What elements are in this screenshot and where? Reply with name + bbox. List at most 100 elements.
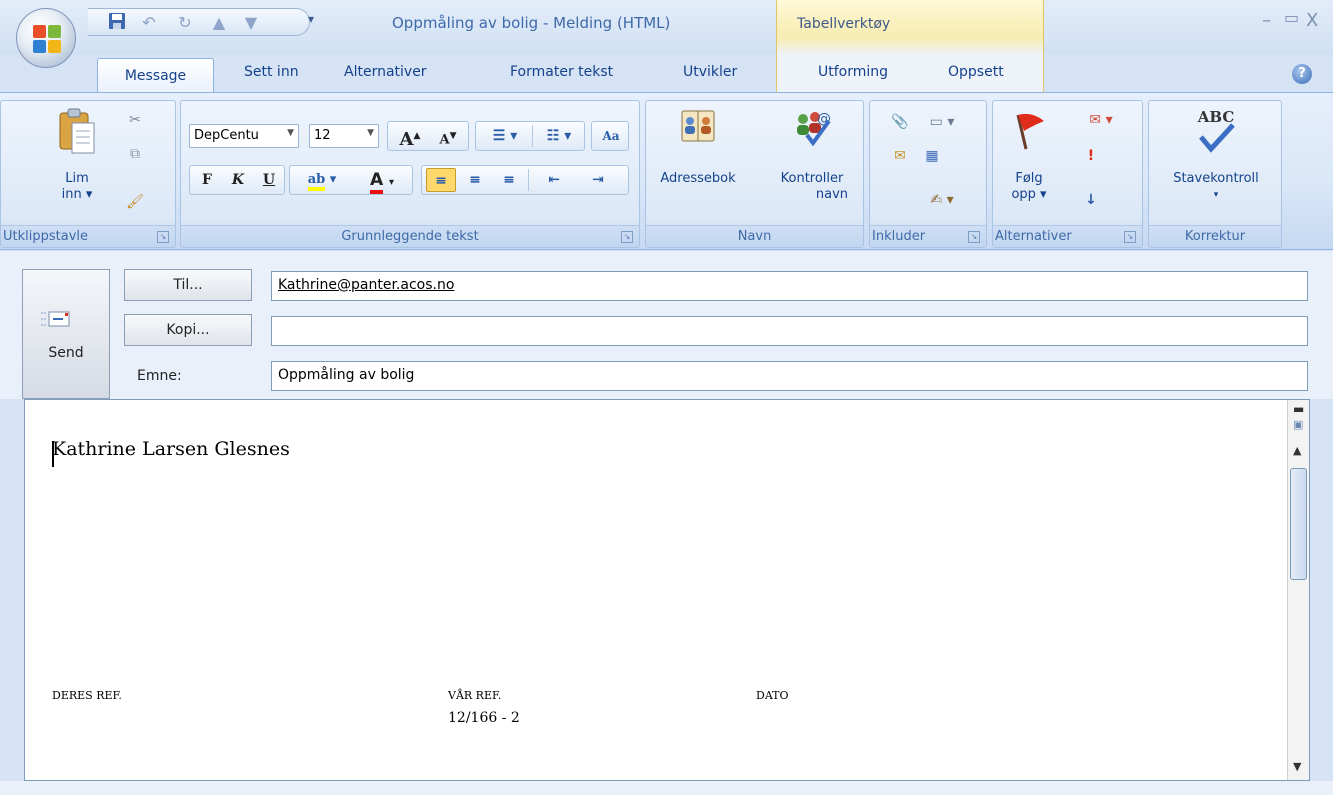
tab-oppsett[interactable]: Oppsett [948, 64, 1004, 80]
options-launcher-icon[interactable]: ↘ [1124, 231, 1136, 243]
align-right-icon[interactable]: ≡ [494, 168, 524, 192]
address-book-icon [681, 110, 715, 142]
signature-icon[interactable]: ✍ ▾ [920, 189, 964, 211]
spelling-button[interactable]: ABC Stavekontroll ▾ [1153, 109, 1279, 203]
decrease-indent-icon[interactable]: ⇤ [534, 168, 574, 192]
group-options: Følg opp ▾ ✉ ▾ ! ↓ Alternativer ↘ [992, 100, 1143, 248]
follow-up-label-2: opp ▾ [1011, 187, 1047, 202]
include-launcher-icon[interactable]: ↘ [968, 231, 980, 243]
check-names-label-2: navn [815, 187, 848, 202]
window-title: Oppmåling av bolig - Melding (HTML) [392, 14, 671, 32]
underline-button[interactable]: U [254, 168, 284, 192]
paste-label-1: Lim [65, 171, 89, 186]
dropdown-arrow-icon: ▼ [287, 128, 294, 138]
business-card-icon[interactable]: ▭ ▾ [920, 111, 964, 133]
list-bar: ☰ ▾ ☷ ▾ [475, 121, 585, 151]
send-button[interactable]: Send [22, 269, 110, 399]
font-size-combo[interactable]: 12 ▼ [309, 124, 379, 148]
highlight-icon[interactable]: ab ▾ [294, 168, 350, 192]
check-names-icon: @ [797, 111, 831, 147]
tab-message[interactable]: Message [97, 58, 214, 92]
help-icon[interactable]: ? [1292, 64, 1312, 84]
font-name-combo[interactable]: DepCentu ▼ [189, 124, 299, 148]
basic-text-launcher-icon[interactable]: ↘ [621, 231, 633, 243]
numbering-icon[interactable]: ☷ ▾ [534, 124, 584, 148]
bullets-icon[interactable]: ☰ ▾ [480, 124, 530, 148]
to-field[interactable]: Kathrine@panter.acos.no [271, 271, 1308, 301]
close-icon[interactable]: X [1306, 10, 1318, 31]
scroll-up-icon[interactable]: ▲ [1293, 444, 1301, 457]
font-name-value: DepCentu [194, 128, 259, 143]
paste-label-2: inn ▾ [61, 187, 93, 202]
subject-value: Oppmåling av bolig [278, 367, 415, 383]
tab-sett-inn[interactable]: Sett inn [244, 64, 299, 80]
undo-icon[interactable]: ↶ [138, 12, 160, 34]
address-book-button[interactable]: Adressebok [650, 107, 746, 187]
tab-alternativer[interactable]: Alternativer [344, 64, 427, 80]
cut-icon[interactable]: ✂ [123, 109, 147, 131]
subject-field[interactable]: Oppmåling av bolig [271, 361, 1308, 391]
shrink-font-icon[interactable]: A▼ [430, 124, 466, 148]
font-grow-shrink-bar: A▲ A▼ [387, 121, 469, 151]
scroll-thumb[interactable] [1290, 468, 1307, 580]
group-label-proofing: Korrektur [1149, 225, 1281, 247]
cc-button[interactable]: Kopi... [124, 314, 252, 346]
paste-button[interactable]: Lim inn ▾ [47, 107, 107, 203]
follow-up-button[interactable]: Følg opp ▾ [997, 109, 1061, 203]
group-proofing: ABC Stavekontroll ▾ Korrektur [1148, 100, 1282, 248]
minimize-icon[interactable]: – [1262, 10, 1271, 31]
permission-icon[interactable]: ✉ ▾ [1079, 109, 1123, 131]
view-ruler-icon[interactable]: ▣ [1293, 418, 1303, 431]
group-basic-text: DepCentu ▼ 12 ▼ A▲ A▼ ☰ ▾ ☷ ▾ Aa F K U ab … [180, 100, 640, 248]
attach-item-icon[interactable]: ✉ [888, 145, 912, 167]
paste-icon [59, 108, 95, 154]
low-importance-icon[interactable]: ↓ [1079, 189, 1103, 211]
calendar-icon[interactable]: ▦ [920, 145, 944, 167]
scroll-down-icon[interactable]: ▼ [1293, 760, 1301, 773]
copy-icon[interactable]: ⧉ [123, 143, 147, 165]
title-bar: ↶ ↻ ▲ ▼ ▾ Oppmåling av bolig - Melding (… [0, 0, 1333, 92]
increase-indent-icon[interactable]: ⇥ [578, 168, 618, 192]
styles-bar: Aa [591, 121, 629, 151]
to-button[interactable]: Til... [124, 269, 252, 301]
follow-up-label-1: Følg [1015, 171, 1043, 186]
save-icon[interactable] [106, 12, 128, 34]
spelling-label: Stavekontroll [1173, 171, 1259, 186]
grow-font-icon[interactable]: A▲ [392, 124, 428, 150]
cc-field[interactable] [271, 316, 1308, 346]
high-importance-icon[interactable]: ! [1079, 145, 1103, 167]
var-ref-label: VÅR REF. [448, 689, 502, 702]
align-left-icon[interactable]: ≡ [426, 168, 456, 192]
ribbon-tabs: Message Sett inn Alternativer Formater t… [0, 58, 1333, 92]
format-painter-icon[interactable]: 🖌 [123, 191, 147, 213]
italic-button[interactable]: K [223, 168, 253, 192]
previous-item-icon[interactable]: ▲ [208, 12, 230, 34]
tab-utforming[interactable]: Utforming [818, 64, 888, 80]
font-color-icon[interactable]: A ▾ [354, 168, 410, 194]
status-strip [0, 781, 1333, 795]
check-names-label-1: Kontroller [780, 171, 844, 186]
address-book-label: Adressebok [660, 171, 736, 186]
recipient-name: Kathrine Larsen Glesnes [52, 438, 290, 460]
clipboard-launcher-icon[interactable]: ↘ [157, 231, 169, 243]
send-label: Send [48, 345, 84, 361]
clear-formatting-icon[interactable]: Aa [596, 124, 626, 148]
align-center-icon[interactable]: ≡ [460, 168, 490, 192]
ruler-toggle-icon[interactable]: ▬ [1293, 402, 1304, 416]
customize-qat-icon[interactable]: ▾ [308, 12, 314, 26]
spelling-dropdown-icon: ▾ [1213, 190, 1219, 200]
quick-access-toolbar: ↶ ↻ ▲ ▼ [88, 8, 310, 36]
redo-icon[interactable]: ↻ [174, 12, 196, 34]
bold-button[interactable]: F [192, 168, 222, 192]
tab-utvikler[interactable]: Utvikler [683, 64, 737, 80]
group-label-names: Navn [646, 225, 863, 247]
maximize-icon[interactable]: ▭ [1284, 8, 1299, 27]
dropdown-arrow-icon: ▼ [367, 128, 374, 138]
tab-formater-tekst[interactable]: Formater tekst [510, 64, 613, 80]
follow-up-flag-icon [1016, 113, 1044, 150]
check-names-button[interactable]: @ Kontroller navn [762, 107, 862, 203]
next-item-icon[interactable]: ▼ [240, 12, 262, 34]
attach-file-icon[interactable]: 📎 [888, 111, 912, 133]
vertical-scrollbar[interactable]: ▬ ▣ ▲ ▼ [1287, 400, 1309, 780]
office-button[interactable] [16, 8, 76, 68]
